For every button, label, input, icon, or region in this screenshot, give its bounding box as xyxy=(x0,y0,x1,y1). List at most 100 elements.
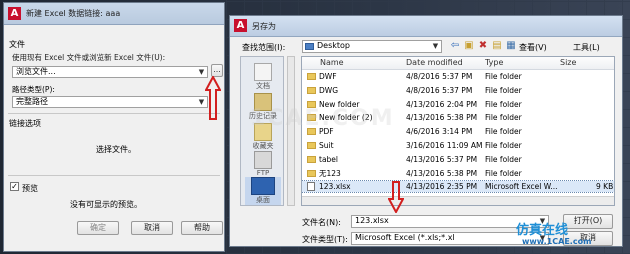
file-name: tabel xyxy=(319,154,338,164)
place-label: FTP xyxy=(256,169,270,177)
red-down-arrow xyxy=(388,181,404,213)
preview-checkbox[interactable]: ✓ xyxy=(10,182,19,191)
autocad-app-icon: A xyxy=(234,19,247,32)
file-type: File folder xyxy=(485,99,522,109)
ok-button[interactable]: 确定 xyxy=(77,221,119,235)
file-name: 无123 xyxy=(319,168,341,178)
views-icon[interactable]: ▦ xyxy=(504,39,518,53)
path-type-label: 路径类型(P): xyxy=(12,85,55,94)
file-size: 9 KB xyxy=(596,182,614,192)
file-name: DWG xyxy=(319,85,339,95)
place-ftp[interactable]: FTP xyxy=(245,151,281,177)
path-type-select[interactable]: 完整路径 ▼ xyxy=(12,96,208,108)
place-label: 桌面 xyxy=(256,196,270,204)
new-folder-icon[interactable]: ▤ xyxy=(490,39,504,53)
link-options-label: 链接选项 xyxy=(9,119,41,128)
excel-file-icon xyxy=(307,182,315,192)
watermark-site: www.1CAE.com xyxy=(522,237,592,246)
watermark-center: 1CAE.COM xyxy=(250,106,395,131)
chevron-down-icon: ▼ xyxy=(198,68,205,76)
delete-icon[interactable]: ✖ xyxy=(476,39,490,53)
autocad-app-icon: A xyxy=(8,7,21,20)
file-type: Microsoft Excel W... xyxy=(485,182,558,192)
divider xyxy=(8,113,220,114)
file-list: Name Date modified Type Size DWF 4/8/2016… xyxy=(301,56,615,206)
file-date: 4/13/2016 5:37 PM xyxy=(406,154,478,164)
place-desktop[interactable]: 桌面 xyxy=(245,177,281,205)
file-list-hscrollbar[interactable] xyxy=(302,196,614,205)
select-file-message: 选择文件。 xyxy=(96,145,136,154)
desktop-icon xyxy=(251,177,275,195)
chevron-down-icon: ▼ xyxy=(432,42,439,50)
file-row[interactable]: 无123 4/13/2016 5:38 PM File folder xyxy=(302,168,614,179)
look-in-value: Desktop xyxy=(317,41,350,50)
file-date: 4/8/2016 5:37 PM xyxy=(406,85,473,95)
file-row[interactable]: tabel 4/13/2016 5:37 PM File folder xyxy=(302,154,614,165)
ftp-icon xyxy=(254,151,272,169)
cancel-button[interactable]: 取消 xyxy=(131,221,173,235)
look-in-select[interactable]: Desktop ▼ xyxy=(302,40,442,53)
tools-menu[interactable]: 工具(L) xyxy=(573,42,600,53)
left-dialog-title: 新建 Excel 数据链接: aaa xyxy=(26,9,121,18)
file-name: Suit xyxy=(319,141,334,150)
file-date: 4/13/2016 5:38 PM xyxy=(406,113,478,123)
file-row[interactable]: DWF 4/8/2016 5:37 PM File folder xyxy=(302,71,614,82)
preview-label: 预览 xyxy=(22,184,38,193)
place-label: 文档 xyxy=(256,82,270,90)
file-date: 3/16/2016 11:09 AM xyxy=(406,141,483,150)
divider xyxy=(8,175,220,176)
filetype-label: 文件类型(T): xyxy=(302,235,348,244)
file-type: File folder xyxy=(485,127,522,137)
help-button[interactable]: 帮助 xyxy=(181,221,223,235)
file-type: File folder xyxy=(485,113,522,123)
file-group-label: 文件 xyxy=(9,40,25,49)
column-name[interactable]: Name xyxy=(320,58,344,67)
watermark-brand: 仿真在线 xyxy=(516,223,569,238)
left-title-bar: A 新建 Excel 数据链接: aaa xyxy=(4,3,224,25)
desktop-icon xyxy=(305,43,314,50)
save-as-title: 另存为 xyxy=(252,22,276,31)
open-button[interactable]: 打开(O) xyxy=(563,214,613,229)
red-up-arrow xyxy=(205,76,221,120)
file-date: 4/6/2016 3:14 PM xyxy=(406,127,473,137)
folder-icon xyxy=(307,86,316,94)
folder-icon xyxy=(307,155,316,163)
column-type[interactable]: Type xyxy=(485,58,503,67)
file-name: DWF xyxy=(319,72,337,81)
file-name: 123.xlsx xyxy=(319,182,351,192)
column-date-modified[interactable]: Date modified xyxy=(406,58,463,67)
file-row[interactable]: Suit 3/16/2016 11:09 AM File folder xyxy=(302,140,614,151)
up-folder-icon[interactable]: ▣ xyxy=(462,39,476,53)
file-type: File folder xyxy=(485,168,522,178)
file-select[interactable]: 浏览文件... ▼ xyxy=(12,66,208,78)
column-size[interactable]: Size xyxy=(560,58,576,67)
filename-value: 123.xlsx xyxy=(355,216,389,225)
file-date: 4/13/2016 2:35 PM xyxy=(406,182,478,192)
save-as-dialog: A 另存为 查找范围(I): Desktop ▼ ⇦ ▣ ✖ ▤ ▦ 查看(V)… xyxy=(229,15,623,247)
file-row[interactable]: DWG 4/8/2016 5:37 PM File folder xyxy=(302,85,614,96)
file-list-header: Name Date modified Type Size xyxy=(302,57,614,70)
file-date: 4/13/2016 2:04 PM xyxy=(406,99,478,109)
back-icon[interactable]: ⇦ xyxy=(448,39,462,53)
file-type: File folder xyxy=(485,154,522,164)
file-select-value: 浏览文件... xyxy=(16,67,56,76)
places-bar: 文档 历史记录 收藏夹 FTP 桌面 xyxy=(240,56,284,206)
places-scrollbar[interactable] xyxy=(287,56,295,206)
folder-icon xyxy=(307,169,316,177)
filename-label: 文件名(N): xyxy=(302,218,341,227)
folder-icon xyxy=(307,73,316,80)
place-documents[interactable]: 文档 xyxy=(245,63,281,91)
use-file-label: 使用现有 Excel 文件或浏览新 Excel 文件(U): xyxy=(12,53,166,62)
file-type: File folder xyxy=(485,72,522,81)
file-row[interactable]: 123.xlsx 4/13/2016 2:35 PM Microsoft Excel… xyxy=(302,180,614,194)
place-label: 收藏夹 xyxy=(252,142,274,150)
file-type: File folder xyxy=(485,141,522,150)
filetype-value: Microsoft Excel (*.xls;*.xl xyxy=(355,233,455,242)
path-type-value: 完整路径 xyxy=(16,97,48,106)
right-title-bar: A 另存为 xyxy=(230,16,622,37)
look-in-label: 查找范围(I): xyxy=(242,43,286,52)
views-menu[interactable]: 查看(V) xyxy=(519,42,547,53)
documents-icon xyxy=(254,63,272,81)
no-preview-message: 没有可显示的预览。 xyxy=(70,200,142,209)
file-date: 4/8/2016 5:37 PM xyxy=(406,72,473,81)
